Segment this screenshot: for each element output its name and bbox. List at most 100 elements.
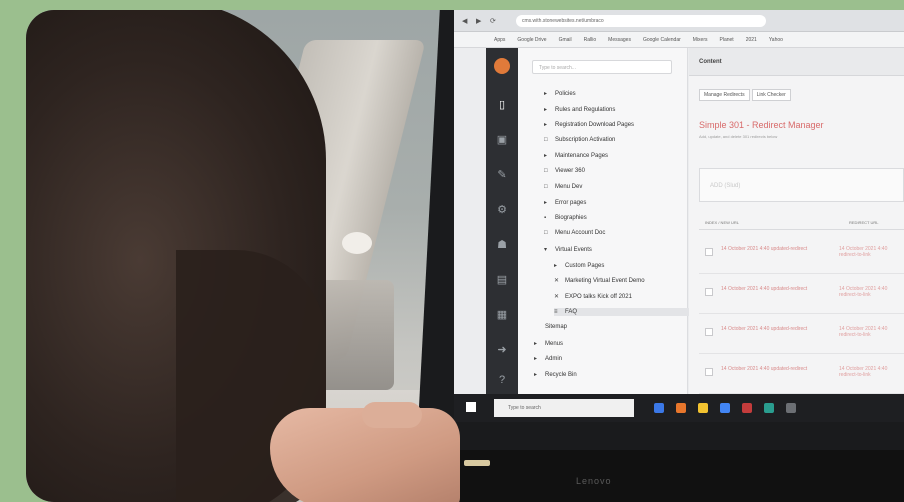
app-icon-3[interactable] [786, 403, 796, 413]
app-icon-2[interactable] [764, 403, 774, 413]
bookmark-item[interactable]: Yahoo [769, 37, 783, 43]
address-bar[interactable]: cms.with.stonewebsites.net/umbraco [516, 15, 766, 27]
edge-icon[interactable] [654, 403, 664, 413]
tab-link-checker[interactable]: Link Checker [751, 89, 791, 101]
content-tree: Type to search... ▸ Policies ▸ Rules and Re… [518, 48, 704, 394]
tree-item[interactable]: ✕ EXPO talks Kick off 2021 [554, 293, 632, 300]
tree-item-label: Viewer 360 [555, 168, 585, 174]
page-title: Simple 301 - Redirect Manager [699, 120, 824, 130]
bookmark-item[interactable]: Gmail [559, 37, 572, 43]
tree-item[interactable]: □ Menu Account Doc [544, 230, 605, 236]
app-icon[interactable] [742, 403, 752, 413]
content-header: Content [689, 48, 904, 76]
content-panel: Content Manage Redirects Link Checker Sim… [689, 48, 904, 394]
tree-item[interactable]: ▪ Biographies [544, 215, 587, 221]
translation-icon[interactable]: ▦ [495, 308, 509, 322]
tree-node-icon: ▸ [534, 371, 538, 378]
windows-start-icon[interactable] [466, 402, 476, 412]
tree-item[interactable]: ▸ Registration Download Pages [544, 121, 634, 128]
tree-node-icon: ▪ [544, 214, 547, 221]
tree-item[interactable]: ▸ Menus [534, 340, 563, 347]
row-checkbox[interactable] [705, 368, 713, 376]
tree-item-label: EXPO talks Kick off 2021 [565, 293, 632, 300]
laptop-led [464, 460, 490, 466]
media-icon[interactable]: ▣ [495, 133, 509, 147]
tree-node-icon: ▸ [534, 356, 538, 363]
firefox-icon[interactable] [676, 403, 686, 413]
help-icon[interactable]: ? [495, 373, 509, 387]
tree-node-icon: ▸ [544, 106, 548, 113]
tree-item[interactable]: ▸ Recycle Bin [534, 371, 577, 378]
table-header: INDEX / NEW URL REDIRECT URL [699, 216, 904, 230]
table-row[interactable]: 14 October 2021 4:40 updated-redirect 14 … [699, 314, 904, 354]
tree-search-input[interactable]: Type to search... [532, 60, 672, 74]
cms-sidebar-rail: ▯ ▣ ✎ ⚙ ☗ ▤ ▦ ➜ ? [486, 48, 518, 394]
tree-item-label: Subscription Activation [555, 136, 616, 143]
tree-item[interactable]: ✕ Marketing Virtual Event Demo [554, 277, 645, 284]
bookmark-item[interactable]: Messages [608, 37, 631, 43]
forward-icon[interactable]: ▶ [476, 17, 481, 25]
tab-manage-redirects[interactable]: Manage Redirects [699, 89, 750, 101]
tree-item[interactable]: ▸ Admin [534, 355, 562, 362]
tree-item-label: Custom Pages [565, 262, 605, 269]
tree-item-label: Virtual Events [555, 247, 592, 253]
bookmark-item[interactable]: Apps [494, 37, 505, 43]
bookmark-item[interactable]: Mixers [693, 37, 708, 43]
table-row[interactable]: 14 October 2021 4:40 updated-redirect 14 … [699, 234, 904, 274]
tree-item-label: Biographies [555, 214, 587, 221]
bookmark-item[interactable]: 2021 [746, 37, 757, 43]
row-old-url: 14 October 2021 4:40 updated-redirect [721, 366, 808, 372]
table-row[interactable]: 14 October 2021 4:40 updated-redirect 14 … [699, 354, 904, 394]
tree-item[interactable]: ▸ Error pages [544, 199, 586, 206]
row-checkbox[interactable] [705, 288, 713, 296]
tree-node-icon: ✕ [554, 293, 560, 300]
tree-item[interactable]: ≡ FAQ [554, 308, 704, 317]
tree-item[interactable]: □ Subscription Activation [544, 137, 615, 143]
taskbar-search-input[interactable]: Type to search [494, 399, 634, 417]
tree-node-icon: ▸ [534, 340, 538, 347]
laptop-screen: ◀ ▶ ⟳ cms.with.stonewebsites.net/umbraco… [454, 10, 904, 422]
tree-item[interactable]: ▸ Rules and Regulations [544, 106, 615, 113]
reload-icon[interactable]: ⟳ [490, 17, 496, 25]
settings-wrench-icon[interactable]: ✎ [495, 168, 509, 182]
tree-item-label: Sitemap [545, 324, 568, 330]
back-icon[interactable]: ◀ [462, 17, 467, 25]
logout-icon[interactable]: ➜ [495, 343, 509, 357]
photo-frame: Lenovo ◀ ▶ ⟳ cms.with.stonewebsites.net/… [26, 10, 904, 502]
tree-item[interactable]: ▸ Policies [544, 90, 576, 97]
tree-item[interactable]: □ Viewer 360 [544, 168, 585, 174]
row-checkbox[interactable] [705, 328, 713, 336]
tree-item[interactable]: □ Menu Dev [544, 184, 582, 190]
tree-node-icon: ▸ [544, 153, 548, 160]
forms-icon[interactable]: ▤ [495, 273, 509, 287]
folder-icon[interactable] [698, 403, 708, 413]
bookmark-item[interactable]: Google Calendar [643, 37, 681, 43]
row-redirect-url: 14 October 2021 4:40 redirect-to-link [839, 246, 888, 258]
tree-item[interactable]: ▾ Virtual Events [544, 246, 592, 253]
table-row[interactable]: 14 October 2021 4:40 updated-redirect 14 … [699, 274, 904, 314]
tree-node-icon: ≡ [554, 309, 558, 316]
tree-item-label: Registration Download Pages [555, 122, 635, 129]
bookmark-item[interactable]: Google Drive [517, 37, 546, 43]
bookmark-item[interactable]: Rallio [584, 37, 597, 43]
chrome-icon[interactable] [720, 403, 730, 413]
browser-toolbar: ◀ ▶ ⟳ cms.with.stonewebsites.net/umbraco [454, 10, 904, 32]
tree-node-icon: ▸ [544, 91, 548, 97]
laptop-brand: Lenovo [576, 476, 612, 486]
row-redirect-url: 14 October 2021 4:40 redirect-to-link [839, 286, 888, 298]
tree-node-icon: ✕ [554, 278, 560, 285]
user-icon[interactable]: ☗ [495, 238, 509, 252]
tree-item[interactable]: Sitemap [534, 324, 567, 330]
tree-item-label: FAQ [565, 309, 578, 316]
row-redirect-url: 14 October 2021 4:40 redirect-to-link [839, 366, 888, 378]
person-finger [362, 402, 422, 428]
tree-item[interactable]: ▸ Custom Pages [554, 262, 604, 269]
cms-logo[interactable] [494, 58, 510, 74]
tree-item[interactable]: ▸ Maintenance Pages [544, 152, 608, 159]
gear-icon[interactable]: ⚙ [495, 203, 509, 217]
row-checkbox[interactable] [705, 248, 713, 256]
tree-item-label: Menu Account Doc [555, 230, 606, 237]
add-redirect-input[interactable]: ADD (Slud) [699, 168, 904, 202]
content-icon[interactable]: ▯ [495, 98, 509, 112]
bookmark-item[interactable]: Planet [720, 37, 734, 43]
